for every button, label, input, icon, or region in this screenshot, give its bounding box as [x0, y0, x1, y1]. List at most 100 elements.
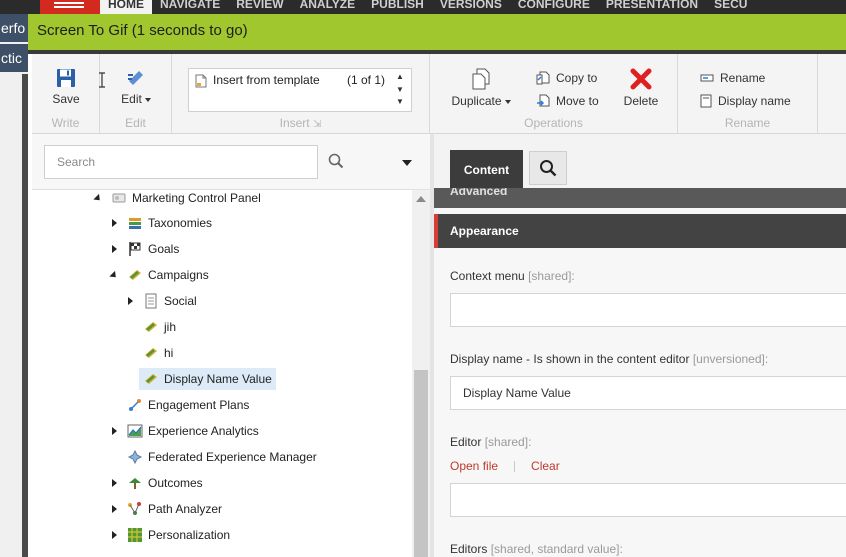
- ribbon-group-operations: Duplicate Copy to Move to Delete Operati…: [430, 54, 678, 134]
- duplicate-icon: [472, 68, 490, 90]
- editor-actions: Open file Clear: [450, 459, 560, 473]
- content-editor: Content Advanced Appearance Context menu…: [434, 134, 846, 557]
- expand-icon[interactable]: [109, 531, 119, 539]
- search-options-dropdown[interactable]: [402, 160, 412, 166]
- tree-item-hi[interactable]: hi: [143, 342, 173, 364]
- move-to-button[interactable]: Move to: [536, 94, 599, 108]
- campaign-icon: [129, 270, 141, 280]
- expand-gallery-icon[interactable]: ▼: [396, 97, 404, 106]
- content-tree: Marketing Control Panel Taxonomies Goals…: [32, 190, 412, 557]
- goals-flag-icon: [129, 242, 141, 256]
- expand-icon[interactable]: [109, 427, 119, 435]
- editors-label: Editors [shared, standard value]:: [450, 542, 623, 556]
- rename-icon: [700, 74, 714, 82]
- editor-tabs: Content: [434, 134, 846, 188]
- display-name-button[interactable]: Display name: [700, 94, 791, 108]
- nav-tab-home[interactable]: HOME: [100, 0, 152, 14]
- control-panel-icon: [112, 193, 126, 203]
- edit-button[interactable]: Edit: [114, 68, 158, 106]
- display-name-field[interactable]: Display Name Value: [450, 376, 846, 410]
- save-button[interactable]: Save: [47, 68, 85, 106]
- collapse-icon[interactable]: [109, 270, 119, 280]
- tree-scrollbar[interactable]: [412, 190, 430, 557]
- campaign-icon: [145, 348, 157, 358]
- campaign-icon: [145, 374, 157, 384]
- save-icon: [57, 69, 75, 87]
- context-menu-field[interactable]: [450, 293, 846, 327]
- edit-icon: [128, 71, 143, 85]
- editor-field[interactable]: [450, 483, 846, 517]
- search-icon[interactable]: [328, 153, 344, 169]
- editor-label: Editor [shared]:: [450, 435, 532, 449]
- scroll-up-icon[interactable]: [416, 196, 426, 202]
- tree-item-engagement-plans[interactable]: Engagement Plans: [127, 394, 249, 416]
- nav-tab-configure[interactable]: CONFIGURE: [510, 0, 598, 14]
- background-window-text: erfo: [0, 14, 28, 42]
- scrollbar-thumb[interactable]: [414, 370, 428, 557]
- search-icon: [540, 160, 557, 177]
- campaign-icon: [145, 322, 157, 332]
- collapse-icon[interactable]: [93, 193, 103, 203]
- recording-countdown: Screen To Gif (1 seconds to go): [37, 22, 248, 39]
- personalization-icon: [128, 528, 142, 542]
- ribbon-group-edit: Edit Edit: [100, 54, 172, 134]
- open-file-link[interactable]: Open file: [450, 459, 498, 473]
- editor-search-button[interactable]: [529, 151, 567, 185]
- nav-tab-analyze[interactable]: ANALYZE: [292, 0, 364, 14]
- group-label: Edit: [125, 116, 146, 130]
- tree-item-experience-analytics[interactable]: Experience Analytics: [109, 420, 259, 442]
- insert-gallery[interactable]: Insert from template (1 of 1) ▲ ▼ ▼: [188, 68, 412, 112]
- nav-tab-review[interactable]: REVIEW: [228, 0, 291, 14]
- menu-button[interactable]: [40, 0, 100, 14]
- group-label: Rename: [724, 116, 771, 130]
- tab-content[interactable]: Content: [450, 150, 523, 188]
- nav-tab-versions[interactable]: VERSIONS: [432, 0, 510, 14]
- expand-icon[interactable]: [109, 479, 119, 487]
- outcomes-icon: [129, 478, 141, 489]
- path-analyzer-icon: [128, 502, 141, 515]
- chevron-down-icon: [144, 97, 151, 102]
- insert-from-template[interactable]: Insert from template: [213, 73, 320, 87]
- rename-button[interactable]: Rename: [700, 71, 765, 85]
- expand-icon[interactable]: [109, 219, 119, 227]
- nav-tab-publish[interactable]: PUBLISH: [363, 0, 432, 14]
- tree-item-campaigns[interactable]: Campaigns: [109, 264, 209, 286]
- delete-x-icon: [630, 68, 652, 90]
- copy-to-icon: [536, 71, 550, 85]
- tree-item-jih[interactable]: jih: [143, 316, 176, 338]
- search-input[interactable]: [44, 145, 318, 179]
- section-appearance[interactable]: Appearance: [434, 214, 846, 248]
- ribbon: Save Write Edit Edit Insert from templat…: [32, 54, 846, 134]
- nav-tab-presentation[interactable]: PRESENTATION: [598, 0, 706, 14]
- delete-button[interactable]: Delete: [618, 68, 664, 108]
- expand-icon[interactable]: [109, 245, 119, 253]
- top-navigation-bar: HOME NAVIGATE REVIEW ANALYZE PUBLISH VER…: [0, 0, 846, 14]
- scroll-up-icon[interactable]: ▲: [396, 72, 404, 81]
- document-icon: [195, 74, 207, 88]
- engagement-plan-icon: [129, 399, 141, 411]
- tree-item-social[interactable]: Social: [125, 290, 197, 312]
- tree-item-path-analyzer[interactable]: Path Analyzer: [109, 498, 222, 520]
- duplicate-button[interactable]: Duplicate: [448, 68, 514, 108]
- section-advanced[interactable]: Advanced: [434, 188, 846, 208]
- tree-item-federated-experience-manager[interactable]: Federated Experience Manager: [127, 446, 317, 468]
- scroll-down-icon[interactable]: ▼: [396, 85, 404, 94]
- tree-item-personalization[interactable]: Personalization: [109, 524, 230, 546]
- tree-item-marketing-control-panel[interactable]: Marketing Control Panel: [93, 190, 261, 209]
- hamburger-icon: [54, 2, 84, 4]
- tree-item-outcomes[interactable]: Outcomes: [109, 472, 203, 494]
- tree-item-goals[interactable]: Goals: [109, 238, 179, 260]
- nav-tab-navigate[interactable]: NAVIGATE: [152, 0, 228, 14]
- tree-item-display-name-value[interactable]: Display Name Value: [139, 368, 276, 390]
- copy-to-button[interactable]: Copy to: [536, 71, 597, 85]
- clear-link[interactable]: Clear: [531, 459, 560, 473]
- ribbon-group-write: Save Write: [32, 54, 105, 134]
- group-label: Insert ⇲: [279, 116, 322, 130]
- expand-icon[interactable]: [125, 297, 135, 305]
- group-label: Operations: [524, 116, 583, 130]
- nav-tab-security[interactable]: SECU: [706, 0, 755, 14]
- analytics-chart-icon: [127, 424, 143, 438]
- tree-item-taxonomies[interactable]: Taxonomies: [109, 212, 212, 234]
- expand-icon[interactable]: [109, 505, 119, 513]
- move-to-icon: [537, 94, 550, 107]
